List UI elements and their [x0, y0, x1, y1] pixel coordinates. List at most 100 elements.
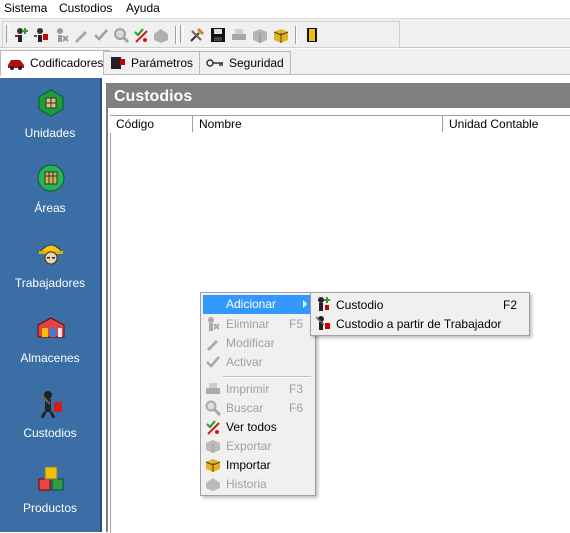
- nav-item-almacenes[interactable]: Almacenes: [0, 307, 100, 377]
- hexagon-box-icon: [36, 88, 66, 118]
- left-navigation: Unidades Áreas Trabajadores Almacenes Cu…: [0, 78, 102, 532]
- save-disk-icon[interactable]: [209, 26, 227, 44]
- menu-ayuda[interactable]: Ayuda: [126, 1, 160, 15]
- view-all-icon: [205, 419, 221, 435]
- menu-item-shortcut: F2: [502, 298, 517, 312]
- view-all-icon[interactable]: [132, 26, 150, 44]
- tools-icon[interactable]: [188, 26, 206, 44]
- toolbar-grip[interactable]: [6, 25, 10, 43]
- tab-parametros[interactable]: Parámetros: [103, 51, 201, 75]
- column-header-unidad-contable[interactable]: Unidad Contable: [443, 116, 570, 132]
- nav-item-unidades[interactable]: Unidades: [0, 82, 100, 152]
- menu-item-shortcut: F3: [288, 382, 303, 396]
- menu-item-label: Historia: [226, 477, 267, 491]
- import-icon[interactable]: [272, 26, 290, 44]
- menu-item-label: Imprimir: [226, 382, 270, 396]
- menu-item-exportar[interactable]: Exportar: [203, 437, 313, 456]
- area-circle-icon: [36, 163, 66, 193]
- tabbar: Codificadores Parámetros Seguridad: [0, 49, 570, 76]
- toolbar-grip[interactable]: [180, 25, 184, 43]
- nav-label: Almacenes: [20, 351, 80, 365]
- menu-item-eliminar[interactable]: Eliminar F5: [203, 315, 313, 334]
- custodian-from-worker-icon[interactable]: [32, 26, 50, 44]
- import-box-icon: [205, 457, 221, 473]
- tab-label: Codificadores: [30, 56, 104, 70]
- menu-item-label: Ver todos: [226, 420, 277, 434]
- nav-label: Custodios: [23, 426, 77, 440]
- column-header-nombre[interactable]: Nombre: [193, 116, 443, 132]
- menu-item-shortcut: F6: [288, 401, 303, 415]
- context-menu: Adicionar Eliminar F5 Modificar Activar …: [200, 292, 316, 496]
- params-book-icon: [110, 56, 126, 70]
- delete-icon: [205, 316, 221, 332]
- menu-item-label: Eliminar: [226, 317, 270, 331]
- menu-item-historia[interactable]: Historia: [203, 475, 313, 494]
- tab-label: Parámetros: [131, 56, 194, 70]
- nav-label: Áreas: [34, 201, 66, 215]
- tab-seguridad[interactable]: Seguridad: [199, 51, 291, 75]
- menu-item-ver-todos[interactable]: Ver todos: [203, 418, 313, 437]
- nav-item-custodios[interactable]: Custodios: [0, 382, 100, 452]
- nav-item-productos[interactable]: Productos: [0, 457, 100, 527]
- submenu-arrow-icon: [303, 300, 307, 308]
- toolbar-separator: [175, 26, 177, 44]
- nav-label: Trabajadores: [14, 276, 86, 290]
- menu-item-activar[interactable]: Activar: [203, 353, 313, 372]
- nav-label: Unidades: [24, 126, 76, 140]
- history-icon: [205, 476, 221, 492]
- submenu-adicionar: Custodio F2 Custodio a partir de Trabaja…: [310, 292, 530, 336]
- menu-item-label: Custodio a partir de Trabajador: [336, 317, 502, 331]
- custodian-add-icon: [315, 296, 331, 312]
- search-icon[interactable]: [112, 26, 130, 44]
- nav-label: Productos: [22, 501, 78, 515]
- menu-item-label: Custodio: [336, 298, 384, 312]
- tab-codificadores[interactable]: Codificadores: [0, 50, 111, 76]
- nav-item-trabajadores[interactable]: Trabajadores: [0, 232, 100, 302]
- menu-sistema[interactable]: Sistema: [4, 1, 47, 15]
- toolbar-panel: [2, 21, 400, 48]
- print-icon[interactable]: [230, 26, 248, 44]
- products-boxes-icon: [36, 463, 66, 493]
- history-icon[interactable]: [152, 26, 170, 44]
- car-icon: [7, 56, 25, 70]
- toolbar-separator: [295, 26, 297, 44]
- column-header-codigo[interactable]: Código: [110, 116, 193, 132]
- edit-icon[interactable]: [72, 26, 90, 44]
- menu-item-modificar[interactable]: Modificar: [203, 334, 313, 353]
- nav-item-areas[interactable]: Áreas: [0, 157, 100, 227]
- delete-icon[interactable]: [52, 26, 70, 44]
- tab-label: Seguridad: [229, 56, 284, 70]
- grid-header: Código Nombre Unidad Contable: [110, 115, 570, 134]
- menu-custodios[interactable]: Custodios: [59, 1, 112, 15]
- menu-item-label: Adicionar: [226, 297, 277, 311]
- menu-item-imprimir[interactable]: Imprimir F3: [203, 380, 313, 399]
- toolbar: [0, 18, 570, 48]
- menu-item-importar[interactable]: Importar: [203, 456, 313, 475]
- menu-item-label: Exportar: [226, 439, 272, 453]
- menubar: Sistema Custodios Ayuda: [0, 0, 570, 18]
- menu-item-label: Activar: [226, 355, 263, 369]
- printer-icon: [205, 381, 221, 397]
- menu-item-shortcut: F5: [288, 317, 303, 331]
- menu-item-label: Importar: [226, 458, 271, 472]
- custodian-from-worker-icon: [315, 315, 331, 331]
- warehouse-icon: [36, 313, 66, 343]
- menu-item-adicionar[interactable]: Adicionar: [203, 295, 313, 314]
- custodian-add-icon[interactable]: [12, 26, 30, 44]
- menu-item-label: Modificar: [226, 336, 275, 350]
- menu-item-buscar[interactable]: Buscar F6: [203, 399, 313, 418]
- menu-item-label: Buscar: [226, 401, 264, 415]
- export-box-icon: [205, 438, 221, 454]
- custodian-icon: [36, 388, 66, 419]
- export-icon[interactable]: [251, 26, 269, 44]
- panel-title: Custodios: [108, 85, 570, 108]
- key-icon: [206, 58, 224, 68]
- submenu-item-custodio-trabajador[interactable]: Custodio a partir de Trabajador: [313, 314, 527, 333]
- exit-icon[interactable]: [303, 26, 321, 44]
- edit-pencil-icon: [205, 335, 221, 351]
- checkmark-icon: [205, 354, 221, 370]
- activate-icon[interactable]: [92, 26, 110, 44]
- menu-separator: [223, 376, 311, 378]
- magnifier-icon: [205, 400, 222, 417]
- submenu-item-custodio[interactable]: Custodio F2: [313, 295, 527, 314]
